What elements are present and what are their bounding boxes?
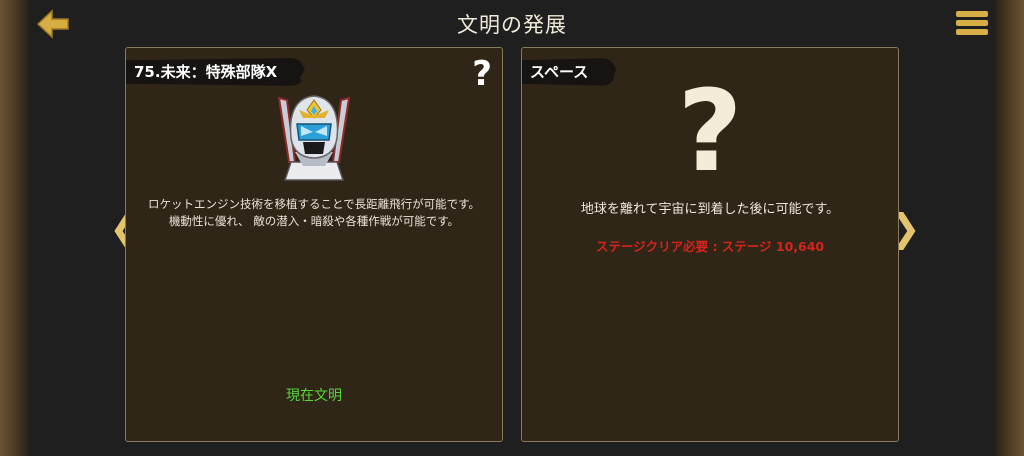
current-civilization-status: 現在文明: [286, 388, 342, 404]
back-button[interactable]: [36, 8, 70, 40]
page-title: 文明の発展: [457, 13, 567, 37]
next-civilization-card: スペース ? 地球を離れて宇宙に到着した後に可能です。 ステージクリア必要 : …: [521, 47, 899, 442]
menu-button[interactable]: [956, 11, 988, 37]
stage-requirement: ステージクリア必要 : ステージ 10,640: [595, 239, 825, 254]
current-card-title: 75.未来：特殊部隊X: [126, 58, 306, 86]
locked-question-icon: ?: [677, 67, 743, 197]
current-card-description: ロケットエンジン技術を移植することで長距離飛行が可能です。 機動性に優れ、 敵の…: [147, 197, 480, 228]
top-bar: 文明の発展: [30, 0, 994, 46]
next-card-description: 地球を離れて宇宙に到着した後に可能です。: [580, 202, 840, 217]
armored-soldier-helmet-icon: [273, 92, 355, 184]
help-icon[interactable]: ?: [472, 54, 492, 94]
hamburger-menu-icon: [956, 11, 988, 17]
arrow-left-icon: [36, 9, 69, 39]
current-civilization-card: 75.未来：特殊部隊X ? ロケットエンジン技術を移植することで長距離飛行が可能…: [125, 47, 503, 442]
